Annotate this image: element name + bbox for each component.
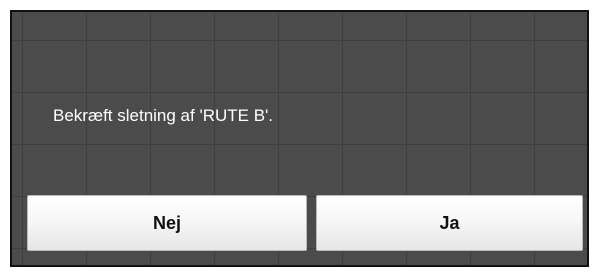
yes-button[interactable]: Ja: [316, 195, 583, 251]
confirm-delete-dialog: Bekræft sletning af 'RUTE B'. Nej Ja: [10, 10, 589, 267]
confirm-message: Bekræft sletning af 'RUTE B'.: [53, 106, 274, 125]
no-button-label: Nej: [152, 212, 181, 233]
no-button[interactable]: Nej: [27, 195, 307, 251]
yes-button-label: Ja: [439, 212, 460, 233]
